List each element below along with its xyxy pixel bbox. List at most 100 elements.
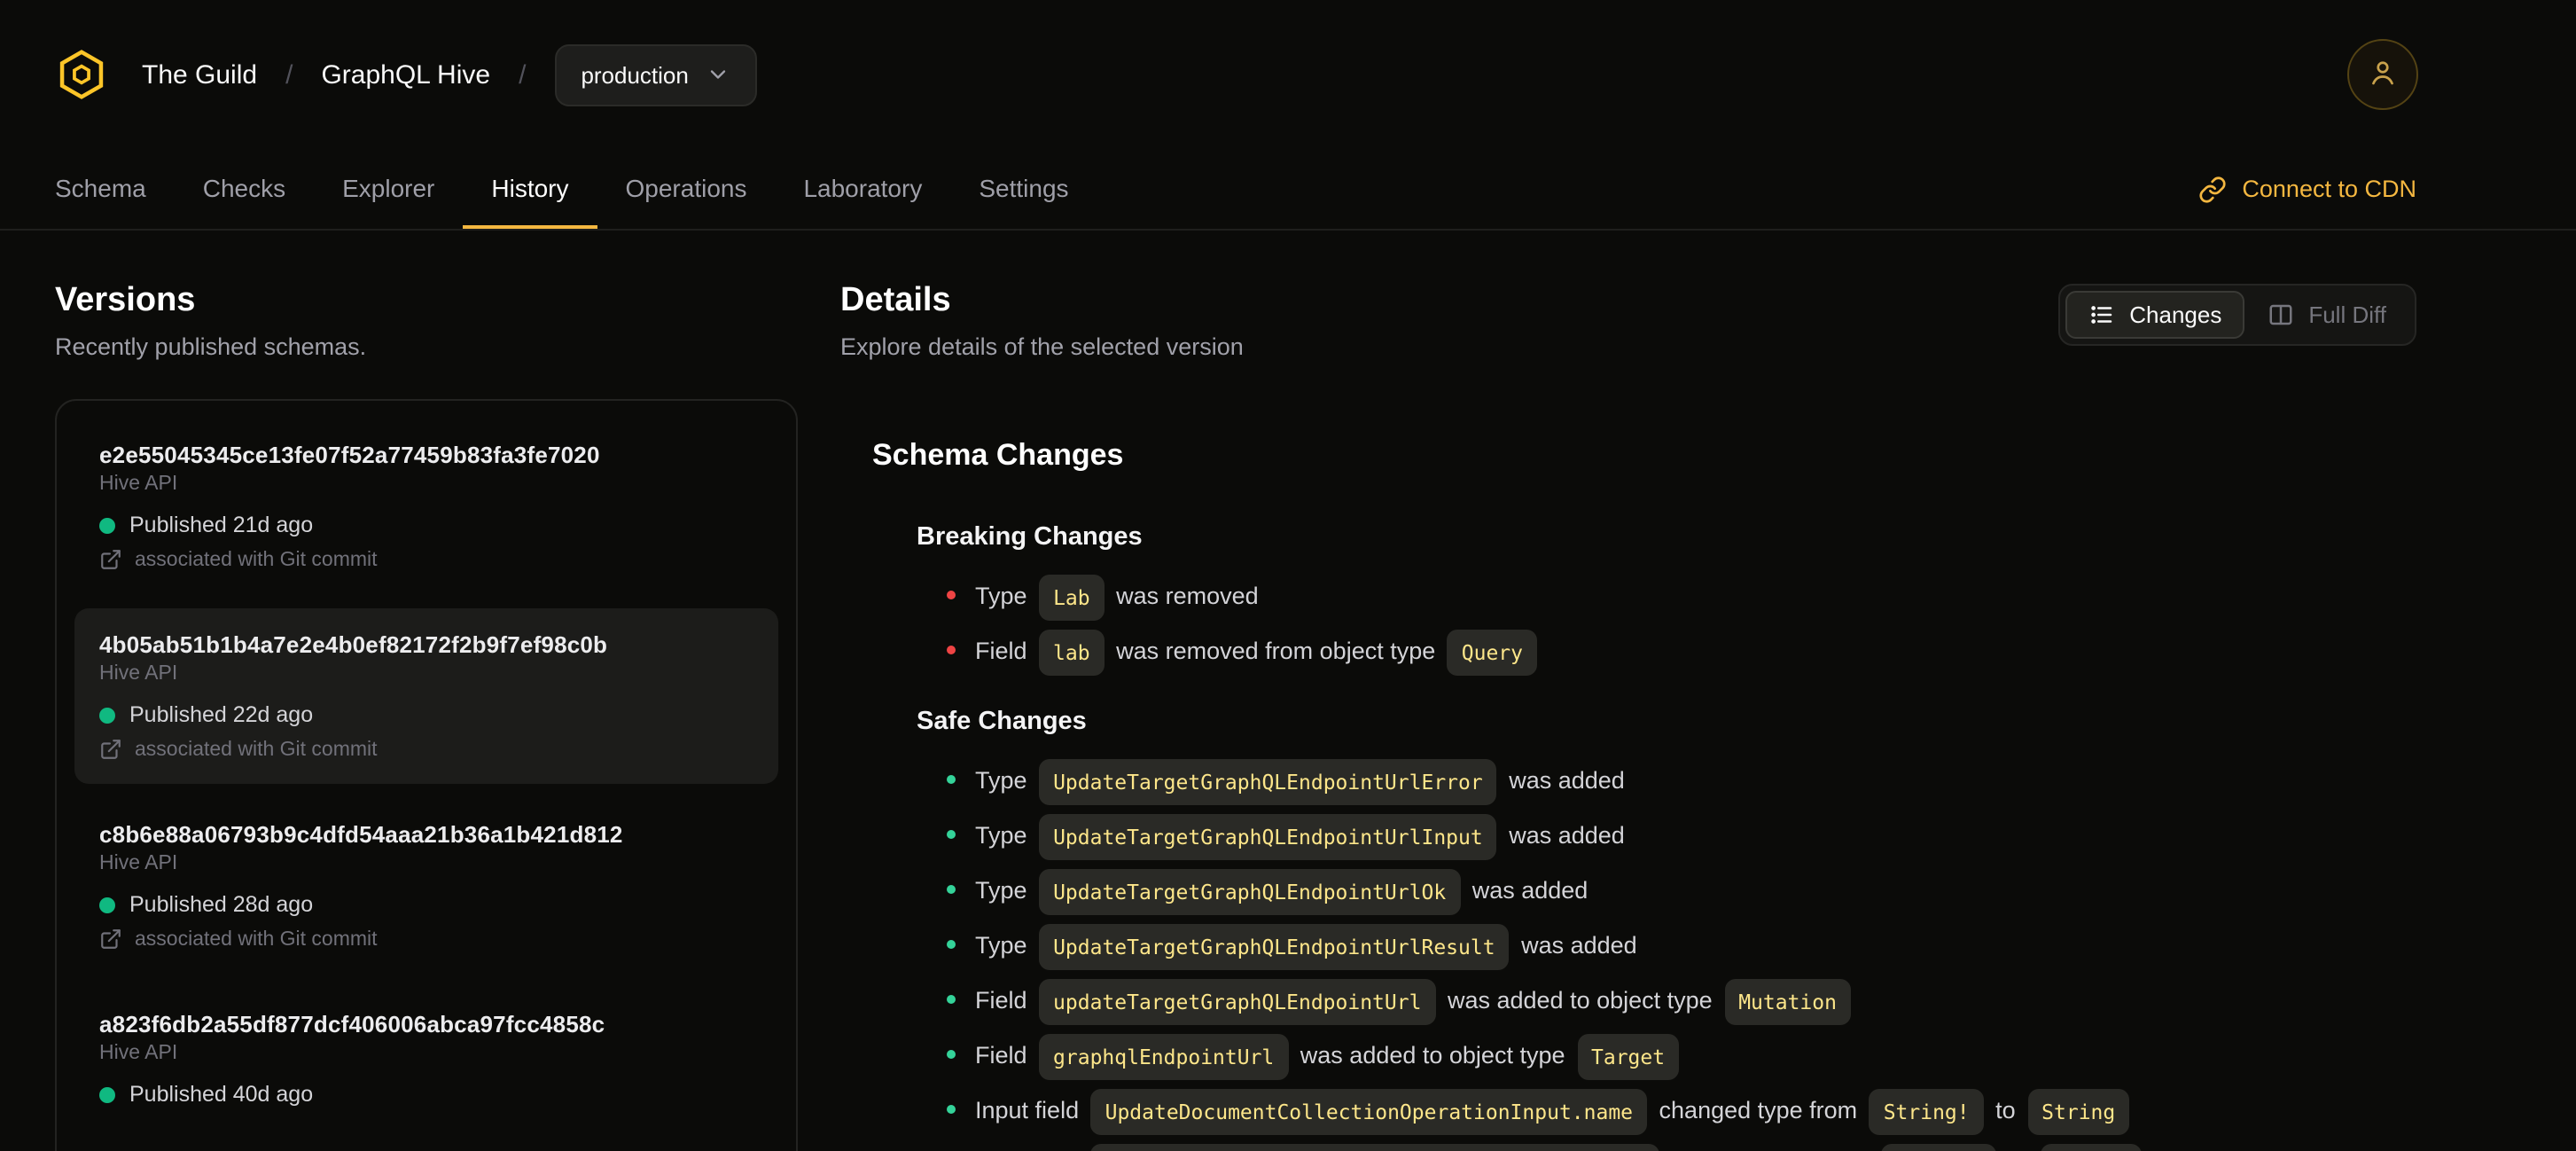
published-label: Published 22d ago [129,702,314,727]
change-item: Input field UpdateDocumentCollectionOper… [947,1089,2416,1135]
tab-explorer[interactable]: Explorer [314,149,463,229]
schema-coordinate-badge: String [2040,1144,2143,1151]
version-card[interactable]: a823f6db2a55df877dcf406006abca97fcc4858c… [74,988,778,1130]
tab-laboratory[interactable]: Laboratory [775,149,950,229]
breaking-changes-section: Breaking Changes Type Lab was removed Fie… [840,523,2416,676]
published-label: Published 40d ago [129,1082,314,1107]
safe-changes-title: Safe Changes [917,708,1087,736]
schema-coordinate-badge: UpdateTargetGraphQLEndpointUrlError [1039,759,1497,805]
user-avatar-button[interactable] [2347,39,2418,110]
published-status-dot [99,1086,115,1102]
breadcrumb: The Guild / GraphQL Hive / production [142,43,758,106]
link-icon [2197,175,2226,203]
versions-title: Versions [55,282,196,319]
details-subtitle: Explore details of the selected version [840,333,1244,360]
schema-coordinate-badge: lab [1039,630,1105,676]
app-root: The Guild / GraphQL Hive / production Sc… [0,0,2576,1151]
schema-coordinate-badge: String [2027,1089,2130,1135]
details-header: Details Explore details of the selected … [840,231,2416,360]
external-link-icon [99,548,122,571]
breadcrumb-separator: / [285,59,293,90]
change-item: Field updateTargetGraphQLEndpointUrl was… [947,979,2416,1025]
safe-changes-section: Safe Changes Type UpdateTargetGraphQLEnd… [840,708,2416,1151]
git-commit-label: associated with Git commit [135,549,378,570]
columns-diff-icon [2268,301,2294,328]
user-icon [2367,56,2399,93]
schema-coordinate-badge: graphqlEndpointUrl [1039,1034,1289,1080]
schema-coordinate-badge: UpdateTargetGraphQLEndpointUrlOk [1039,869,1461,915]
tab-history[interactable]: History [463,149,597,229]
git-commit-label: associated with Git commit [135,739,378,760]
changes-toggle-label: Changes [2129,301,2222,328]
connect-to-cdn-label: Connect to CDN [2242,176,2416,202]
version-hash: 4b05ab51b1b4a7e2e4b0ef82172f2b9f7ef98c0b [99,631,608,658]
version-git-commit: associated with Git commit [99,738,753,761]
details-panel: Details Explore details of the selected … [840,231,2416,1151]
version-published: Published 40d ago [99,1082,753,1107]
details-heading-group: Details Explore details of the selected … [840,231,1244,360]
schema-coordinate-badge: Lab [1039,575,1105,621]
safe-changes-list: Type UpdateTargetGraphQLEndpointUrlError… [840,759,2416,1151]
changes-toggle-button[interactable]: Changes [2065,291,2245,339]
version-service: Hive API [99,1043,178,1064]
schema-coordinate-badge: String! [1869,1089,1984,1135]
published-status-dot [99,707,115,723]
breadcrumb-project[interactable]: GraphQL Hive [321,59,490,90]
breadcrumb-org[interactable]: The Guild [142,59,257,90]
published-label: Published 28d ago [129,892,314,917]
external-link-icon [99,928,122,951]
version-service: Hive API [99,663,178,685]
change-item: Type UpdateTargetGraphQLEndpointUrlOk wa… [947,869,2416,915]
version-service: Hive API [99,853,178,874]
published-status-dot [99,517,115,533]
view-toggle: Changes Full Diff [2058,284,2416,346]
version-git-commit: associated with Git commit [99,928,753,951]
git-commit-label: associated with Git commit [135,928,378,950]
version-published: Published 21d ago [99,513,753,537]
published-status-dot [99,897,115,912]
change-item: Type UpdateTargetGraphQLEndpointUrlInput… [947,814,2416,860]
external-link-icon [99,738,122,761]
full-diff-toggle-button[interactable]: Full Diff [2244,291,2409,339]
main-content: Versions Recently published schemas. e2e… [0,231,2576,1151]
connect-to-cdn-link[interactable]: Connect to CDN [2197,149,2416,229]
change-item: Type UpdateTargetGraphQLEndpointUrlError… [947,759,2416,805]
details-title: Details [840,282,951,319]
schema-coordinate-badge: Mutation [1724,979,1851,1025]
tab-schema[interactable]: Schema [27,149,175,229]
breadcrumb-separator: / [519,59,527,90]
version-card[interactable]: c8b6e88a06793b9c4dfd54aaa21b36a1b421d812… [74,798,778,974]
schema-coordinate-badge: Target [1577,1034,1680,1080]
schema-coordinate-badge: UpdateDocumentCollectionOperationInput.n… [1090,1089,1648,1135]
tab-checks[interactable]: Checks [175,149,314,229]
change-item: Field lab was removed from object type Q… [947,630,2416,676]
version-published: Published 28d ago [99,892,753,917]
version-card[interactable]: 4b05ab51b1b4a7e2e4b0ef82172f2b9f7ef98c0b… [74,608,778,784]
version-hash: a823f6db2a55df877dcf406006abca97fcc4858c [99,1011,605,1037]
version-hash: c8b6e88a06793b9c4dfd54aaa21b36a1b421d812 [99,821,623,848]
chevron-down-icon [706,62,731,87]
tab-settings[interactable]: Settings [950,149,1097,229]
target-selector-value: production [581,61,689,88]
version-service: Hive API [99,474,178,495]
full-diff-toggle-label: Full Diff [2308,301,2386,328]
schema-coordinate-badge: UpdateTargetGraphQLEndpointUrlInput [1039,814,1497,860]
change-item: Input field UpdateDocumentCollectionOper… [975,1144,2416,1151]
topbar: The Guild / GraphQL Hive / production [0,0,2576,149]
hive-logo-icon[interactable] [55,48,108,101]
change-item: Type Lab was removed [947,575,2416,621]
list-icon [2088,301,2115,328]
versions-panel: Versions Recently published schemas. e2e… [55,231,798,1151]
breaking-changes-list: Type Lab was removed Field lab was remove… [840,575,2416,676]
version-published: Published 22d ago [99,702,753,727]
breaking-changes-title: Breaking Changes [917,523,1143,552]
schema-coordinate-badge: UpdateTargetGraphQLEndpointUrlResult [1039,924,1510,970]
version-card[interactable]: e2e55045345ce13fe07f52a77459b83fa3fe7020… [74,419,778,594]
version-hash: e2e55045345ce13fe07f52a77459b83fa3fe7020 [99,442,600,468]
target-selector[interactable]: production [554,43,758,106]
versions-subtitle: Recently published schemas. [55,333,367,360]
schema-coordinate-badge: updateTargetGraphQLEndpointUrl [1039,979,1436,1025]
tab-operations[interactable]: Operations [597,149,776,229]
change-item: Type UpdateTargetGraphQLEndpointUrlResul… [947,924,2416,970]
schema-coordinate-badge: UpdateDocumentCollectionOperationInput.q… [1090,1144,1659,1151]
